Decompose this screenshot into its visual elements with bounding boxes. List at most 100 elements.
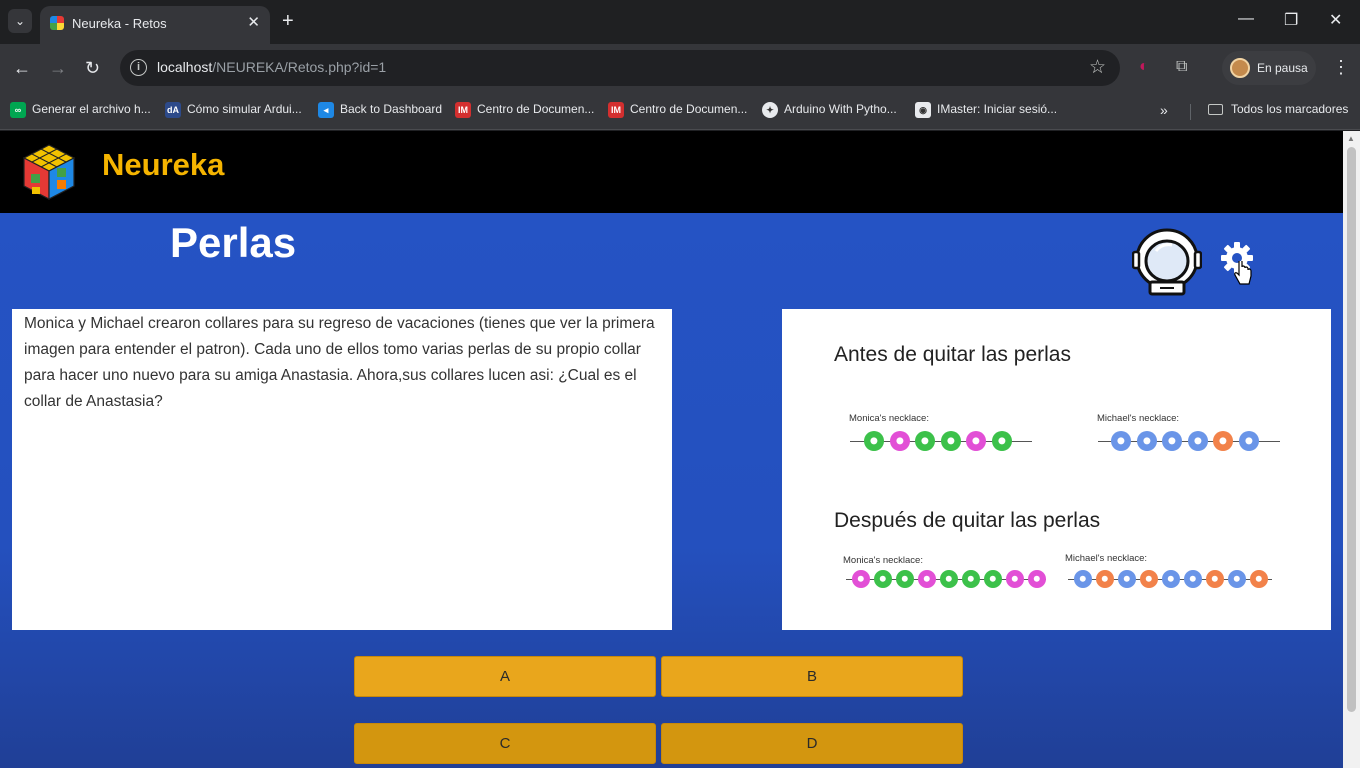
- michael-label-after: Michael's necklace:: [1065, 553, 1148, 564]
- main-content: Perlas Monica y Michael crearon collares…: [0, 213, 1343, 768]
- pearl-blue: [1111, 431, 1131, 451]
- url-text[interactable]: localhost/NEUREKA/Retos.php?id=1: [157, 59, 386, 75]
- all-bookmarks-folder[interactable]: Todos los marcadores: [1208, 102, 1348, 116]
- astronaut-helmet-icon: [1132, 228, 1202, 296]
- reload-icon[interactable]: ↻: [85, 57, 100, 79]
- monica-label-after: Monica's necklace:: [843, 555, 923, 566]
- pearl-green: [962, 570, 980, 588]
- michael-label-before: Michael's necklace:: [1097, 413, 1180, 424]
- bookmark-icon: ◂: [318, 102, 334, 118]
- question-text: Monica y Michael crearon collares para s…: [24, 315, 655, 410]
- pearl-pink: [1006, 570, 1024, 588]
- michael-necklace-after: [1068, 569, 1272, 589]
- minimize-icon[interactable]: —: [1238, 10, 1254, 28]
- pearl-green: [984, 570, 1002, 588]
- pearl-orange: [1250, 570, 1268, 588]
- tab-strip: ⌄ Neureka - Retos ✕ + — ❐ ✕: [0, 0, 1360, 44]
- tab-search-chevron-icon[interactable]: ⌄: [8, 9, 32, 33]
- browser-toolbar: ← → ↻ i localhost/NEUREKA/Retos.php?id=1…: [0, 44, 1360, 94]
- pearl-green: [991, 431, 1012, 451]
- site-header: Neureka: [0, 131, 1343, 213]
- profile-label: En pausa: [1257, 61, 1308, 75]
- page-viewport: Neureka Perlas Monica y Michael crearon …: [0, 131, 1360, 768]
- pearl-green: [940, 570, 958, 588]
- answer-b-button[interactable]: B: [661, 656, 963, 697]
- rubik-cube-logo-icon: [22, 144, 76, 200]
- bookmark-item[interactable]: IM Centro de Documen...: [608, 102, 747, 118]
- tab-close-icon[interactable]: ✕: [247, 13, 260, 31]
- bookmark-icon: ✦: [762, 102, 778, 118]
- answer-c-button[interactable]: C: [354, 723, 656, 764]
- pearl-green: [874, 570, 892, 588]
- bookmark-icon: ∞: [10, 102, 26, 118]
- extension-icon[interactable]: ◐: [1139, 58, 1149, 76]
- bookmark-item[interactable]: ∞ Generar el archivo h...: [10, 102, 151, 118]
- monica-label-before: Monica's necklace:: [849, 413, 929, 424]
- new-tab-icon[interactable]: +: [282, 10, 294, 32]
- monica-necklace-before: [850, 431, 1032, 451]
- bookmark-icon: IM: [455, 102, 471, 118]
- pearl-blue: [1136, 431, 1157, 451]
- bookmark-icon: IM: [608, 102, 624, 118]
- browser-menu-icon[interactable]: ⋮: [1332, 57, 1350, 78]
- bookmark-icon: dA: [165, 102, 181, 118]
- site-info-icon[interactable]: i: [130, 59, 147, 76]
- pearl-pink: [889, 431, 910, 451]
- forward-arrow-icon[interactable]: →: [49, 57, 67, 79]
- question-panel: Monica y Michael crearon collares para s…: [12, 309, 672, 630]
- tab-title: Neureka - Retos: [72, 16, 167, 31]
- address-bar[interactable]: i localhost/NEUREKA/Retos.php?id=1 ☆: [120, 50, 1120, 86]
- answer-a-button[interactable]: A: [354, 656, 656, 697]
- bookmark-item[interactable]: IM Centro de Documen...: [455, 102, 594, 118]
- pearl-blue: [1238, 431, 1259, 451]
- hand-cursor-icon: [1234, 261, 1252, 285]
- monica-necklace-after: [846, 569, 1046, 589]
- more-bookmarks-icon[interactable]: »: [1160, 102, 1168, 118]
- pearl-blue: [1162, 431, 1182, 451]
- pearl-pink: [1028, 570, 1046, 588]
- after-heading: Después de quitar las perlas: [834, 509, 1101, 532]
- pearl-orange: [1140, 570, 1158, 588]
- tab-favicon-icon: [50, 16, 64, 30]
- avatar: [1230, 58, 1250, 78]
- vertical-scrollbar[interactable]: ▲: [1343, 131, 1360, 768]
- scroll-thumb[interactable]: [1347, 147, 1356, 712]
- michael-necklace-before: [1098, 431, 1280, 451]
- brand-name[interactable]: Neureka: [102, 147, 224, 183]
- pearl-pink: [918, 570, 936, 588]
- bookmark-item[interactable]: ✦ Arduino With Pytho...: [762, 102, 897, 118]
- pearl-green: [940, 431, 961, 451]
- folder-icon: [1208, 104, 1223, 116]
- pearl-pink: [852, 570, 870, 588]
- pearl-pink: [966, 431, 986, 451]
- profile-button[interactable]: En pausa: [1222, 51, 1316, 85]
- scroll-up-icon[interactable]: ▲: [1347, 134, 1355, 143]
- bookmark-item[interactable]: ◉ IMaster: Iniciar sesió...: [915, 102, 1057, 118]
- before-heading: Antes de quitar las perlas: [834, 343, 1071, 366]
- pearl-blue: [1118, 570, 1136, 588]
- pearl-blue: [1074, 570, 1092, 588]
- bookmark-icon: ◉: [915, 102, 931, 118]
- restore-icon[interactable]: ❐: [1284, 10, 1298, 30]
- pearl-green: [915, 431, 935, 451]
- bookmark-item[interactable]: dA Cómo simular Ardui...: [165, 102, 302, 118]
- pearl-blue: [1228, 570, 1246, 588]
- window-close-icon[interactable]: ✕: [1329, 10, 1342, 30]
- challenge-image: Antes de quitar las perlas Monica's neck…: [782, 309, 1331, 630]
- back-arrow-icon[interactable]: ←: [13, 57, 31, 79]
- pearl-green: [864, 431, 884, 451]
- bookmarks-bar: ∞ Generar el archivo h... dA Cómo simular …: [0, 94, 1360, 130]
- pearl-orange: [1096, 570, 1114, 588]
- pearl-blue: [1162, 570, 1180, 588]
- bookmark-item[interactable]: ◂ Back to Dashboard: [318, 102, 442, 118]
- divider: [1190, 104, 1191, 120]
- extensions-puzzle-icon[interactable]: ⧉: [1176, 58, 1187, 76]
- answer-d-button[interactable]: D: [661, 723, 963, 764]
- pearl-blue: [1184, 570, 1202, 588]
- bookmark-star-icon[interactable]: ☆: [1089, 56, 1106, 79]
- pearl-orange: [1213, 431, 1233, 451]
- pearl-green: [896, 570, 914, 588]
- pearl-blue: [1187, 431, 1208, 451]
- page-title: Perlas: [170, 219, 297, 266]
- active-tab[interactable]: Neureka - Retos ✕: [40, 6, 270, 44]
